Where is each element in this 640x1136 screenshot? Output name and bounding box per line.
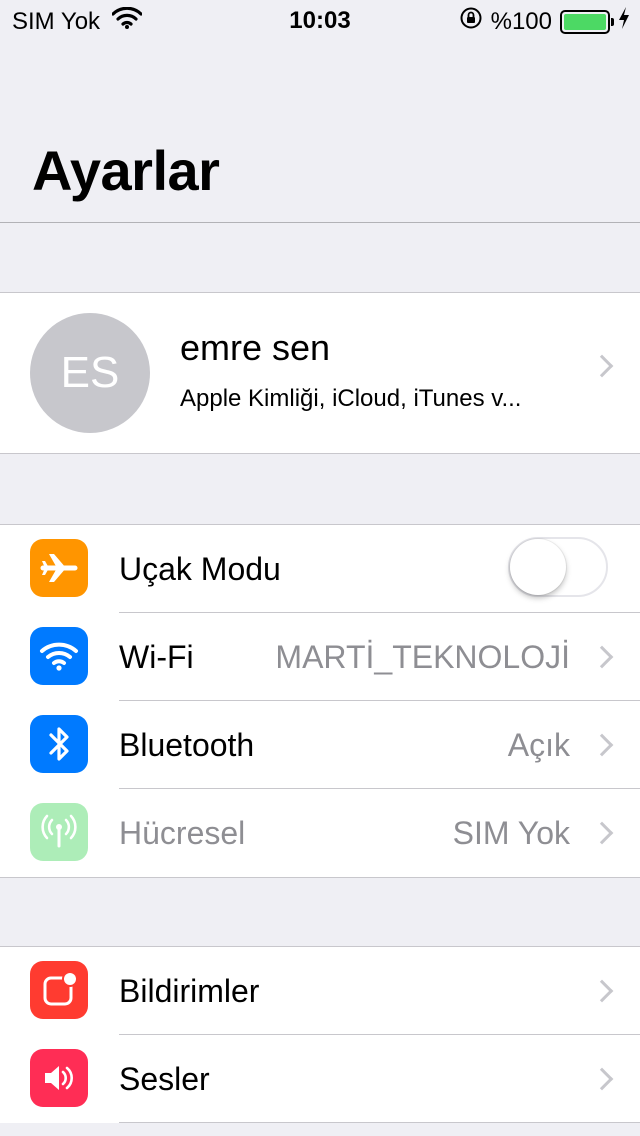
cellular-label: Hücresel (119, 815, 246, 851)
bluetooth-label: Bluetooth (119, 727, 255, 763)
settings-row-airplane-mode: Uçak Modu (0, 525, 640, 613)
status-bar: SIM Yok 10:03 %100 (0, 0, 640, 40)
airplane-icon (30, 539, 88, 597)
profile-subtitle: Apple Kimliği, iCloud, iTunes v... (180, 385, 522, 412)
chevron-right-icon (590, 1067, 614, 1091)
profile-name: emre sen (180, 327, 331, 368)
airplane-mode-label: Uçak Modu (119, 551, 281, 587)
chevron-right-icon (590, 821, 614, 845)
battery-icon (560, 9, 614, 34)
wifi-network-value: MARTİ_TEKNOLOJİ (275, 639, 570, 675)
chevron-right-icon (590, 354, 614, 378)
cellular-status-value: SIM Yok (452, 815, 570, 851)
rotation-lock-icon (459, 6, 483, 37)
wifi-label: Wi-Fi (119, 639, 194, 675)
notifications-group: Bildirimler Sesler (0, 946, 640, 1123)
wifi-icon (30, 627, 88, 685)
apple-id-profile-row[interactable]: ES emre sen Apple Kimliği, iCloud, iTune… (0, 292, 640, 454)
title-divider (0, 222, 640, 223)
notifications-icon (30, 961, 88, 1019)
settings-row-cellular[interactable]: Hücresel SIM Yok (0, 789, 640, 877)
charging-bolt-icon (618, 7, 630, 36)
cellular-antenna-icon (30, 803, 88, 861)
airplane-mode-toggle[interactable] (508, 537, 608, 597)
avatar: ES (30, 313, 150, 433)
chevron-right-icon (590, 979, 614, 1003)
chevron-right-icon (590, 733, 614, 757)
settings-row-notifications[interactable]: Bildirimler (0, 947, 640, 1035)
page-title: Ayarlar (32, 139, 220, 202)
bluetooth-status-value: Açık (507, 727, 570, 763)
sounds-label: Sesler (119, 1061, 210, 1097)
bluetooth-icon (30, 715, 88, 773)
speaker-icon (30, 1049, 88, 1107)
chevron-right-icon (590, 645, 614, 669)
connectivity-group: Uçak Modu Wi-Fi MARTİ_TEKNOLOJİ Bluetoot… (0, 524, 640, 878)
settings-screen: SIM Yok 10:03 %100 Ayarlar ES emre sen A… (0, 0, 640, 1136)
settings-row-sounds[interactable]: Sesler (0, 1035, 640, 1123)
battery-percent: %100 (490, 7, 552, 35)
settings-row-bluetooth[interactable]: Bluetooth Açık (0, 701, 640, 789)
settings-row-wifi[interactable]: Wi-Fi MARTİ_TEKNOLOJİ (0, 613, 640, 701)
notifications-label: Bildirimler (119, 973, 260, 1009)
